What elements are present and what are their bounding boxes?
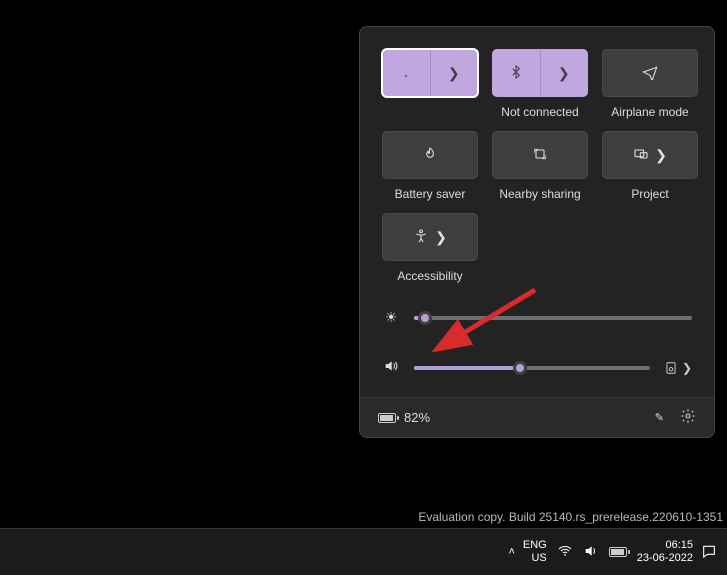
project-icon <box>633 146 649 165</box>
watermark-text: Evaluation copy. Build 25140.rs_prerelea… <box>418 510 723 524</box>
bluetooth-button[interactable]: ❯ <box>492 49 588 97</box>
chevron-right-icon: ❯ <box>655 147 667 164</box>
accessibility-button[interactable]: ❯ <box>382 213 478 261</box>
project-button[interactable]: ❯ <box>602 131 698 179</box>
battery-saver-icon <box>422 146 438 165</box>
taskbar: ˄ ENG US 06:15 23-06-2022 <box>0 528 727 575</box>
chevron-right-icon: ❯ <box>435 229 447 246</box>
airplane-button[interactable] <box>602 49 698 97</box>
bluetooth-tile: ❯ Not connected <box>492 49 588 119</box>
volume-tray-icon <box>583 543 599 562</box>
bluetooth-label: Not connected <box>501 105 578 119</box>
wifi-button[interactable]: ❯ <box>382 49 478 97</box>
chevron-right-icon: ❯ <box>682 361 692 375</box>
nearby-label: Nearby sharing <box>499 187 580 201</box>
wifi-expand[interactable]: ❯ <box>430 50 478 96</box>
brightness-row: ☀ <box>382 309 692 326</box>
volume-icon <box>382 358 400 377</box>
battery-status[interactable]: 82% <box>378 410 430 425</box>
airplane-tile: Airplane mode <box>602 49 698 119</box>
accessibility-label: Accessibility <box>397 269 462 283</box>
wifi-tray-icon <box>557 543 573 562</box>
battery-saver-button[interactable] <box>382 131 478 179</box>
battery-icon <box>378 413 396 423</box>
brightness-icon: ☀ <box>382 309 400 326</box>
battery-percent: 82% <box>404 410 430 425</box>
volume-row: ❯ <box>382 358 692 377</box>
nearby-icon <box>532 146 548 165</box>
wifi-icon <box>398 64 414 83</box>
system-tray[interactable] <box>557 543 627 562</box>
battery-saver-tile: Battery saver <box>382 131 478 201</box>
battery-saver-label: Battery saver <box>395 187 466 201</box>
bluetooth-icon <box>508 64 524 83</box>
clock[interactable]: 06:15 23-06-2022 <box>637 539 693 565</box>
audio-output-button[interactable]: ❯ <box>664 361 692 375</box>
gear-icon <box>680 408 696 424</box>
panel-footer: 82% ✎ <box>360 397 714 437</box>
tray-overflow-button[interactable]: ˄ <box>508 546 514 558</box>
settings-button[interactable] <box>680 408 696 427</box>
battery-tray-icon <box>609 547 627 557</box>
project-tile: ❯ Project <box>602 131 698 201</box>
project-label: Project <box>631 187 668 201</box>
quick-settings-grid: ❯ ❯ Not connected <box>382 49 692 283</box>
nearby-tile: Nearby sharing <box>492 131 588 201</box>
chevron-right-icon: ❯ <box>558 65 570 82</box>
edit-icon[interactable]: ✎ <box>655 411 664 424</box>
quick-settings-panel: ❯ ❯ Not connected <box>359 26 715 438</box>
bluetooth-toggle[interactable] <box>493 50 540 96</box>
language-switcher[interactable]: ENG US <box>523 539 547 565</box>
airplane-icon <box>642 64 658 83</box>
notifications-button[interactable] <box>701 543 717 562</box>
wifi-tile: ❯ <box>382 49 478 119</box>
nearby-button[interactable] <box>492 131 588 179</box>
brightness-slider[interactable] <box>414 316 692 320</box>
wifi-toggle[interactable] <box>383 50 430 96</box>
accessibility-icon <box>413 228 429 247</box>
airplane-label: Airplane mode <box>611 105 688 119</box>
accessibility-tile: ❯ Accessibility <box>382 213 478 283</box>
chevron-right-icon: ❯ <box>448 65 460 82</box>
volume-slider[interactable] <box>414 366 650 370</box>
bluetooth-expand[interactable]: ❯ <box>540 50 588 96</box>
